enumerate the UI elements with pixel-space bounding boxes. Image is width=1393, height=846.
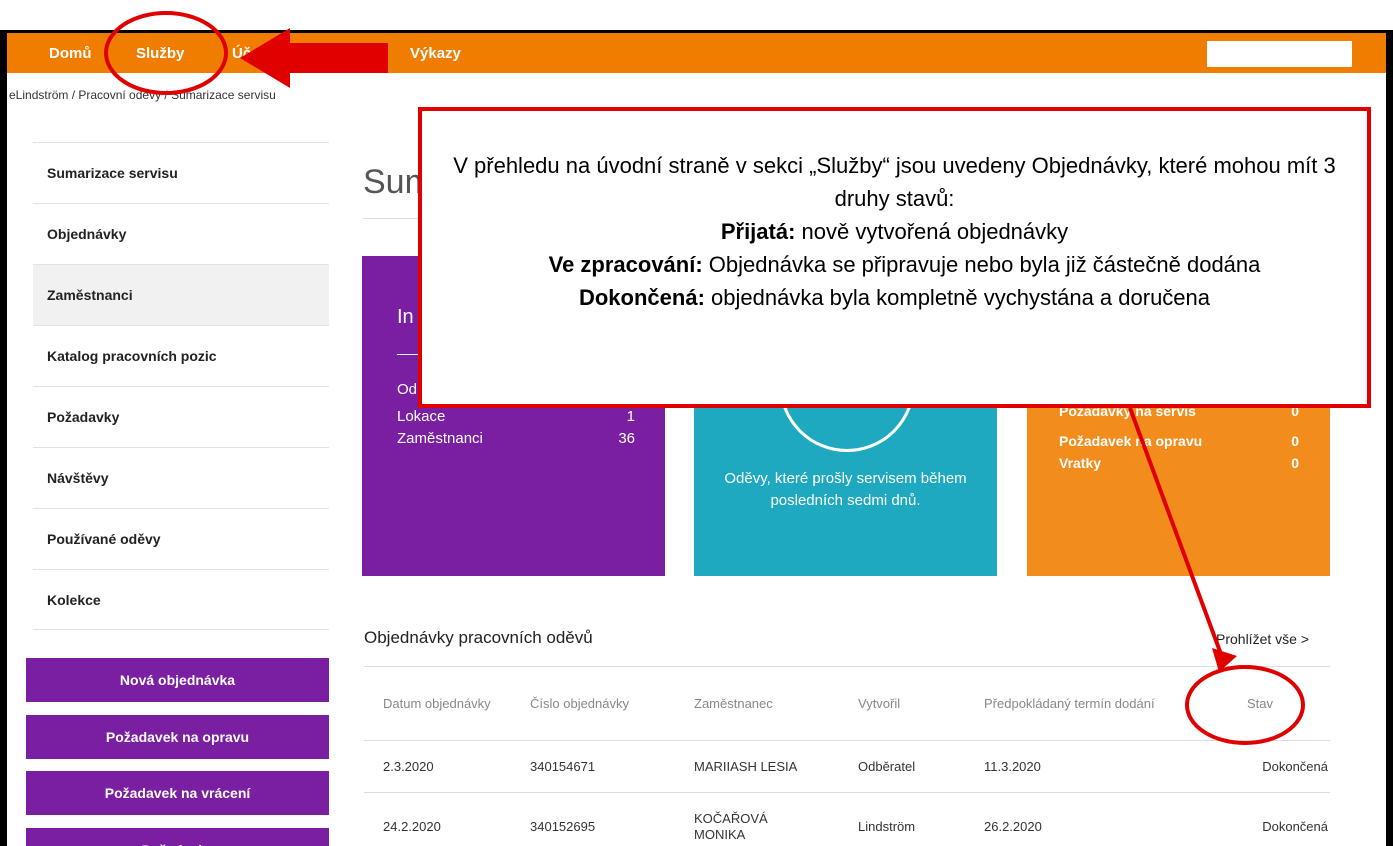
status-label: Přijatá:	[720, 219, 796, 244]
status-description: Objednávka se připravuje nebo byla již č…	[702, 252, 1261, 277]
table-header-row: Datum objednávky Číslo objednávky Zaměst…	[364, 666, 1330, 741]
stat-label: Vratky	[1059, 455, 1102, 471]
stat-value: 0	[1291, 433, 1299, 449]
stat-label: Lokace	[397, 408, 446, 425]
breadcrumb: eLindström / Pracovní oděvy / Sumarizace…	[9, 88, 276, 102]
orders-section-title: Objednávky pracovních oděvů	[364, 628, 593, 647]
sidebar: Sumarizace servisu Objednávky Zaměstnanc…	[33, 142, 329, 630]
sidebar-item-position-catalog[interactable]: Katalog pracovních pozic	[33, 325, 329, 386]
divider	[397, 354, 419, 355]
serviced-garments-text: Oděvy, které prošly servisem během posle…	[724, 470, 967, 509]
sidebar-item-service-summary[interactable]: Sumarizace servisu	[33, 142, 329, 203]
column-header[interactable]: Vytvořil	[858, 666, 984, 741]
nav-reports[interactable]: Výkazy	[410, 45, 461, 62]
stat-value: 36	[618, 430, 635, 447]
view-all-link[interactable]: Prohlížet vše >	[1216, 631, 1309, 647]
column-header[interactable]: Stav	[1204, 666, 1330, 741]
table-cell: Lindström	[858, 792, 984, 846]
stat-row: Vratky 0	[1059, 455, 1299, 471]
column-header[interactable]: Předpokládaný termín dodání	[984, 666, 1204, 741]
table-cell: KOČAŘOVÁ MONIKA	[694, 792, 858, 846]
sidebar-item-collections[interactable]: Kolekce	[33, 569, 329, 630]
orders-table: Datum objednávky Číslo objednávky Zaměst…	[364, 666, 1330, 846]
requests-button[interactable]: Požadavky	[26, 828, 329, 846]
stat-row: Lokace 1	[397, 408, 635, 425]
column-header[interactable]: Číslo objednávky	[530, 666, 694, 741]
new-order-button[interactable]: Nová objednávka	[26, 658, 329, 702]
annotation-callout: V přehledu na úvodní straně v sekci „Slu…	[418, 107, 1371, 408]
table-cell: 26.2.2020	[984, 792, 1204, 846]
table-cell: 2.3.2020	[364, 740, 530, 793]
sidebar-item-visits[interactable]: Návštěvy	[33, 447, 329, 508]
top-navigation-bar: Domů Služby Úč kt Výkazy	[7, 33, 1386, 73]
callout-intro: V přehledu na úvodní straně v sekci „Slu…	[453, 153, 1336, 211]
stat-value: 1	[626, 408, 635, 425]
column-header[interactable]: Zaměstnanec	[694, 666, 858, 741]
sidebar-item-employees[interactable]: Zaměstnanci	[33, 264, 329, 325]
nav-services[interactable]: Služby	[136, 45, 184, 62]
table-cell: 340152695	[530, 792, 694, 846]
status-description: nově vytvořená objednávky	[795, 219, 1069, 244]
table-cell: MARIIASH LESIA	[694, 740, 858, 793]
status-label: Dokončená:	[578, 285, 705, 310]
column-header[interactable]: Datum objednávky	[364, 666, 530, 741]
stat-value: 0	[1291, 455, 1299, 471]
table-cell: 24.2.2020	[364, 792, 530, 846]
table-cell: 11.3.2020	[984, 740, 1204, 793]
nav-account[interactable]: Úč	[232, 45, 251, 62]
return-request-button[interactable]: Požadavek na vrácení	[26, 771, 329, 815]
info-tile-heading: In	[397, 306, 414, 328]
stat-row: Zaměstnanci 36	[397, 430, 635, 447]
table-cell: Dokončená	[1204, 792, 1330, 846]
stat-row: Požadavek na opravu 0	[1059, 433, 1299, 449]
table-row[interactable]: 24.2.2020 340152695 KOČAŘOVÁ MONIKA Lind…	[364, 792, 1330, 846]
stat-label: Zaměstnanci	[397, 430, 483, 447]
search-input[interactable]	[1207, 41, 1352, 67]
callout-status-received: Přijatá: nově vytvořená objednávky	[422, 215, 1367, 248]
table-cell: Dokončená	[1204, 740, 1330, 793]
sidebar-item-used-garments[interactable]: Používané oděvy	[33, 508, 329, 569]
table-row[interactable]: 2.3.2020 340154671 MARIIASH LESIA Odběra…	[364, 740, 1330, 793]
repair-request-button[interactable]: Požadavek na opravu	[26, 715, 329, 759]
status-description: objednávka byla kompletně vychystána a d…	[704, 285, 1211, 310]
callout-status-completed: Dokončená: objednávka byla kompletně vyc…	[422, 281, 1367, 314]
sidebar-item-orders[interactable]: Objednávky	[33, 203, 329, 264]
table-cell: 340154671	[530, 740, 694, 793]
nav-home[interactable]: Domů	[49, 45, 92, 62]
stat-label: Požadavek na opravu	[1059, 433, 1203, 449]
nav-contact[interactable]: kt	[372, 45, 385, 62]
callout-status-processing: Ve zpracování: Objednávka se připravuje …	[422, 248, 1367, 281]
table-cell: Odběratel	[858, 740, 984, 793]
status-label: Ve zpracování:	[548, 252, 703, 277]
stat-label: Od	[397, 381, 418, 398]
sidebar-item-requests[interactable]: Požadavky	[33, 386, 329, 447]
